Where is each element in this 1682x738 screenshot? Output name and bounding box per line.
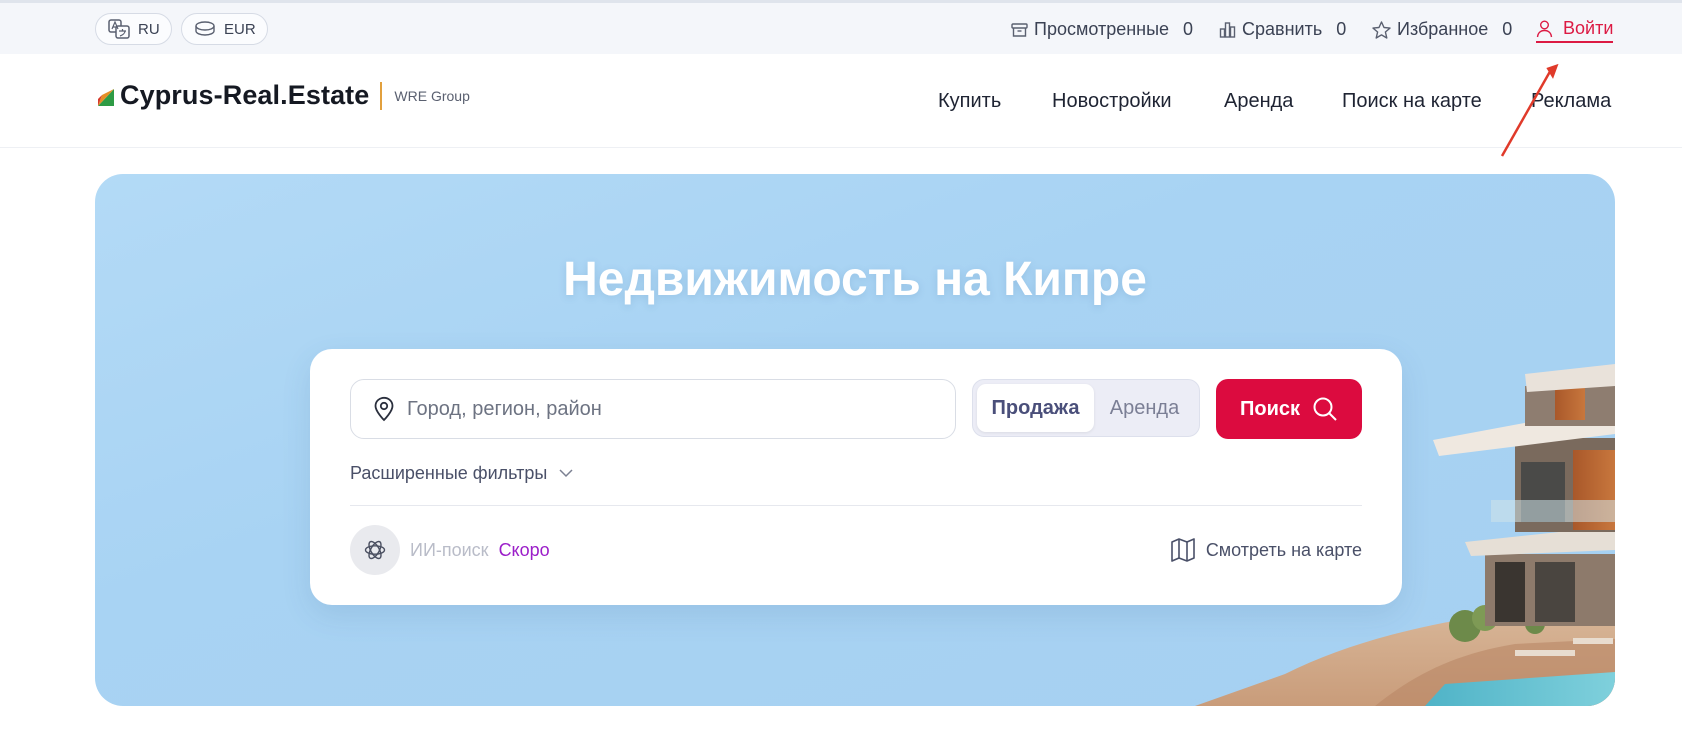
user-icon: [1536, 20, 1553, 37]
hero-banner: Недвижимость на Кипре Продажа Аренда Пои…: [95, 174, 1615, 706]
site-header: Cyprus-Real.Estate WRE Group Купить Ново…: [0, 54, 1682, 148]
language-code: RU: [138, 20, 160, 38]
currency-selector[interactable]: EUR: [181, 13, 268, 45]
search-icon: [1313, 397, 1337, 421]
search-panel: Продажа Аренда Поиск Расширенные фильтры: [310, 349, 1402, 605]
ai-knot-icon: [364, 540, 386, 560]
logo-name: Cyprus-Real.Estate: [120, 80, 370, 110]
compare-label: Сравнить: [1242, 19, 1323, 39]
currency-code: EUR: [224, 20, 256, 38]
advanced-filters-label: Расширенные фильтры: [350, 463, 548, 483]
nav-buy[interactable]: Купить: [938, 90, 1001, 113]
logo-divider: [380, 81, 383, 110]
chevron-down-icon: [559, 469, 573, 478]
favorites-label: Избранное: [1397, 19, 1489, 39]
compare-link[interactable]: Сравнить 0: [1219, 19, 1346, 40]
logo-subtitle: WRE Group: [394, 87, 470, 104]
ai-search: ИИ-поиск Скоро: [350, 525, 550, 575]
favorites-count: 0: [1502, 19, 1513, 39]
favorites-link[interactable]: Избранное 0: [1372, 19, 1512, 40]
deal-type-toggle: Продажа Аренда: [972, 379, 1200, 437]
map-icon: [1171, 538, 1195, 562]
archive-icon: [1011, 22, 1028, 37]
hero-title: Недвижимость на Кипре: [563, 253, 1147, 306]
deal-option-rent[interactable]: Аренда: [1094, 384, 1195, 432]
view-on-map-link[interactable]: Смотреть на карте: [1170, 537, 1362, 563]
login-link[interactable]: Войти: [1536, 18, 1614, 43]
view-on-map-label: Смотреть на карте: [1205, 539, 1362, 560]
translate-icon: [108, 19, 130, 39]
nav-new-buildings[interactable]: Новостройки: [1052, 90, 1172, 113]
location-input[interactable]: [407, 397, 887, 421]
top-utility-bar: RU EUR Просмотренные 0 Сравнить 0 Избран…: [0, 0, 1682, 54]
compare-icon: [1219, 22, 1236, 38]
nav-rent[interactable]: Аренда: [1224, 90, 1293, 113]
coins-icon: [195, 21, 215, 36]
advanced-filters-toggle[interactable]: Расширенные фильтры: [350, 463, 573, 484]
logo-mark-icon: [98, 88, 114, 106]
search-button[interactable]: Поиск: [1216, 379, 1362, 439]
nav-map-search[interactable]: Поиск на карте: [1342, 90, 1482, 113]
viewed-link[interactable]: Просмотренные 0: [1011, 19, 1193, 40]
site-logo[interactable]: Cyprus-Real.Estate WRE Group: [96, 80, 470, 111]
language-selector[interactable]: RU: [95, 13, 172, 45]
annotation-arrow-icon: [1500, 63, 1559, 157]
compare-count: 0: [1336, 19, 1347, 39]
location-field[interactable]: [350, 379, 956, 439]
deal-option-sale[interactable]: Продажа: [977, 384, 1094, 432]
search-divider: [350, 505, 1362, 506]
star-icon: [1372, 20, 1391, 39]
map-pin-icon: [374, 396, 394, 422]
viewed-label: Просмотренные: [1034, 19, 1170, 39]
search-button-label: Поиск: [1239, 397, 1301, 420]
ai-soon-badge: Скоро: [498, 539, 550, 560]
viewed-count: 0: [1183, 19, 1194, 39]
ai-search-label: ИИ-поиск: [410, 539, 489, 560]
ai-search-button[interactable]: [350, 525, 400, 575]
login-label: Войти: [1563, 18, 1614, 38]
